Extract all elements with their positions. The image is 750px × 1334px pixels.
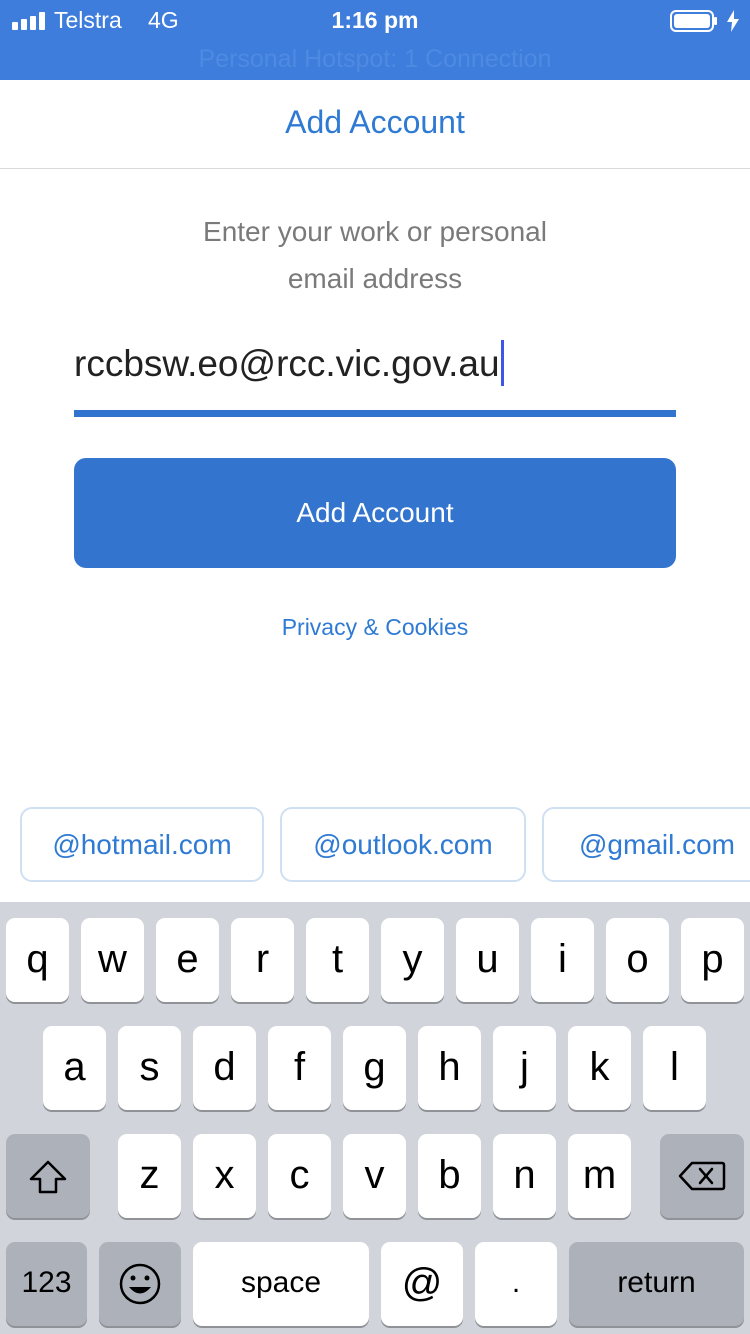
key-a[interactable]: a (43, 1026, 106, 1110)
instruction-line-2: email address (287, 263, 463, 294)
add-account-button[interactable]: Add Account (74, 458, 676, 568)
instruction-line-1: Enter your work or personal (203, 216, 547, 247)
key-t[interactable]: t (306, 918, 369, 1002)
key-v[interactable]: v (343, 1134, 406, 1218)
key-x[interactable]: x (193, 1134, 256, 1218)
page-title: Add Account (285, 104, 465, 140)
backspace-icon (678, 1161, 726, 1191)
key-s[interactable]: s (118, 1026, 181, 1110)
key-r[interactable]: r (231, 918, 294, 1002)
key-q[interactable]: q (6, 918, 69, 1002)
key-g[interactable]: g (343, 1026, 406, 1110)
keyboard: q w e r t y u i o p a s d f g h j k l z … (0, 902, 750, 1334)
key-d[interactable]: d (193, 1026, 256, 1110)
key-p[interactable]: p (681, 918, 744, 1002)
at-key[interactable]: @ (381, 1242, 463, 1326)
key-i[interactable]: i (531, 918, 594, 1002)
charging-icon (727, 10, 739, 32)
key-z[interactable]: z (118, 1134, 181, 1218)
email-value: rccbsw.eo@rcc.vic.gov.au (74, 343, 500, 384)
instructions: Enter your work or personal email addres… (0, 208, 750, 302)
suggestion-outlook[interactable]: @outlook.com (280, 807, 526, 882)
emoji-key[interactable] (99, 1242, 181, 1326)
key-f[interactable]: f (268, 1026, 331, 1110)
navigation-bar: Add Account (0, 80, 750, 169)
backspace-key[interactable] (660, 1134, 744, 1218)
key-h[interactable]: h (418, 1026, 481, 1110)
shift-icon (29, 1160, 67, 1194)
battery-icon (670, 10, 717, 32)
space-key[interactable]: space (193, 1242, 369, 1326)
key-l[interactable]: l (643, 1026, 706, 1110)
key-b[interactable]: b (418, 1134, 481, 1218)
text-cursor (500, 340, 504, 386)
numbers-key[interactable]: 123 (6, 1242, 87, 1326)
clock: 1:16 pm (331, 7, 419, 33)
key-e[interactable]: e (156, 918, 219, 1002)
email-field[interactable]: rccbsw.eo@rcc.vic.gov.au (74, 340, 676, 396)
emoji-icon (119, 1263, 161, 1305)
return-key[interactable]: return (569, 1242, 744, 1326)
email-field-underline (74, 410, 676, 417)
key-y[interactable]: y (381, 918, 444, 1002)
key-w[interactable]: w (81, 918, 144, 1002)
key-n[interactable]: n (493, 1134, 556, 1218)
hotspot-banner[interactable]: Personal Hotspot: 1 Connection (0, 45, 750, 74)
suggestion-gmail[interactable]: @gmail.com (542, 807, 750, 882)
key-u[interactable]: u (456, 918, 519, 1002)
key-c[interactable]: c (268, 1134, 331, 1218)
status-bar: Telstra 4G 1:16 pm Personal Hotspot: 1 C… (0, 0, 750, 80)
dot-key[interactable]: . (475, 1242, 557, 1326)
key-j[interactable]: j (493, 1026, 556, 1110)
add-account-screen: Telstra 4G 1:16 pm Personal Hotspot: 1 C… (0, 0, 750, 1334)
privacy-cookies-link[interactable]: Privacy & Cookies (0, 614, 750, 641)
suggestion-hotmail[interactable]: @hotmail.com (20, 807, 264, 882)
key-m[interactable]: m (568, 1134, 631, 1218)
key-k[interactable]: k (568, 1026, 631, 1110)
key-o[interactable]: o (606, 918, 669, 1002)
shift-key[interactable] (6, 1134, 90, 1218)
